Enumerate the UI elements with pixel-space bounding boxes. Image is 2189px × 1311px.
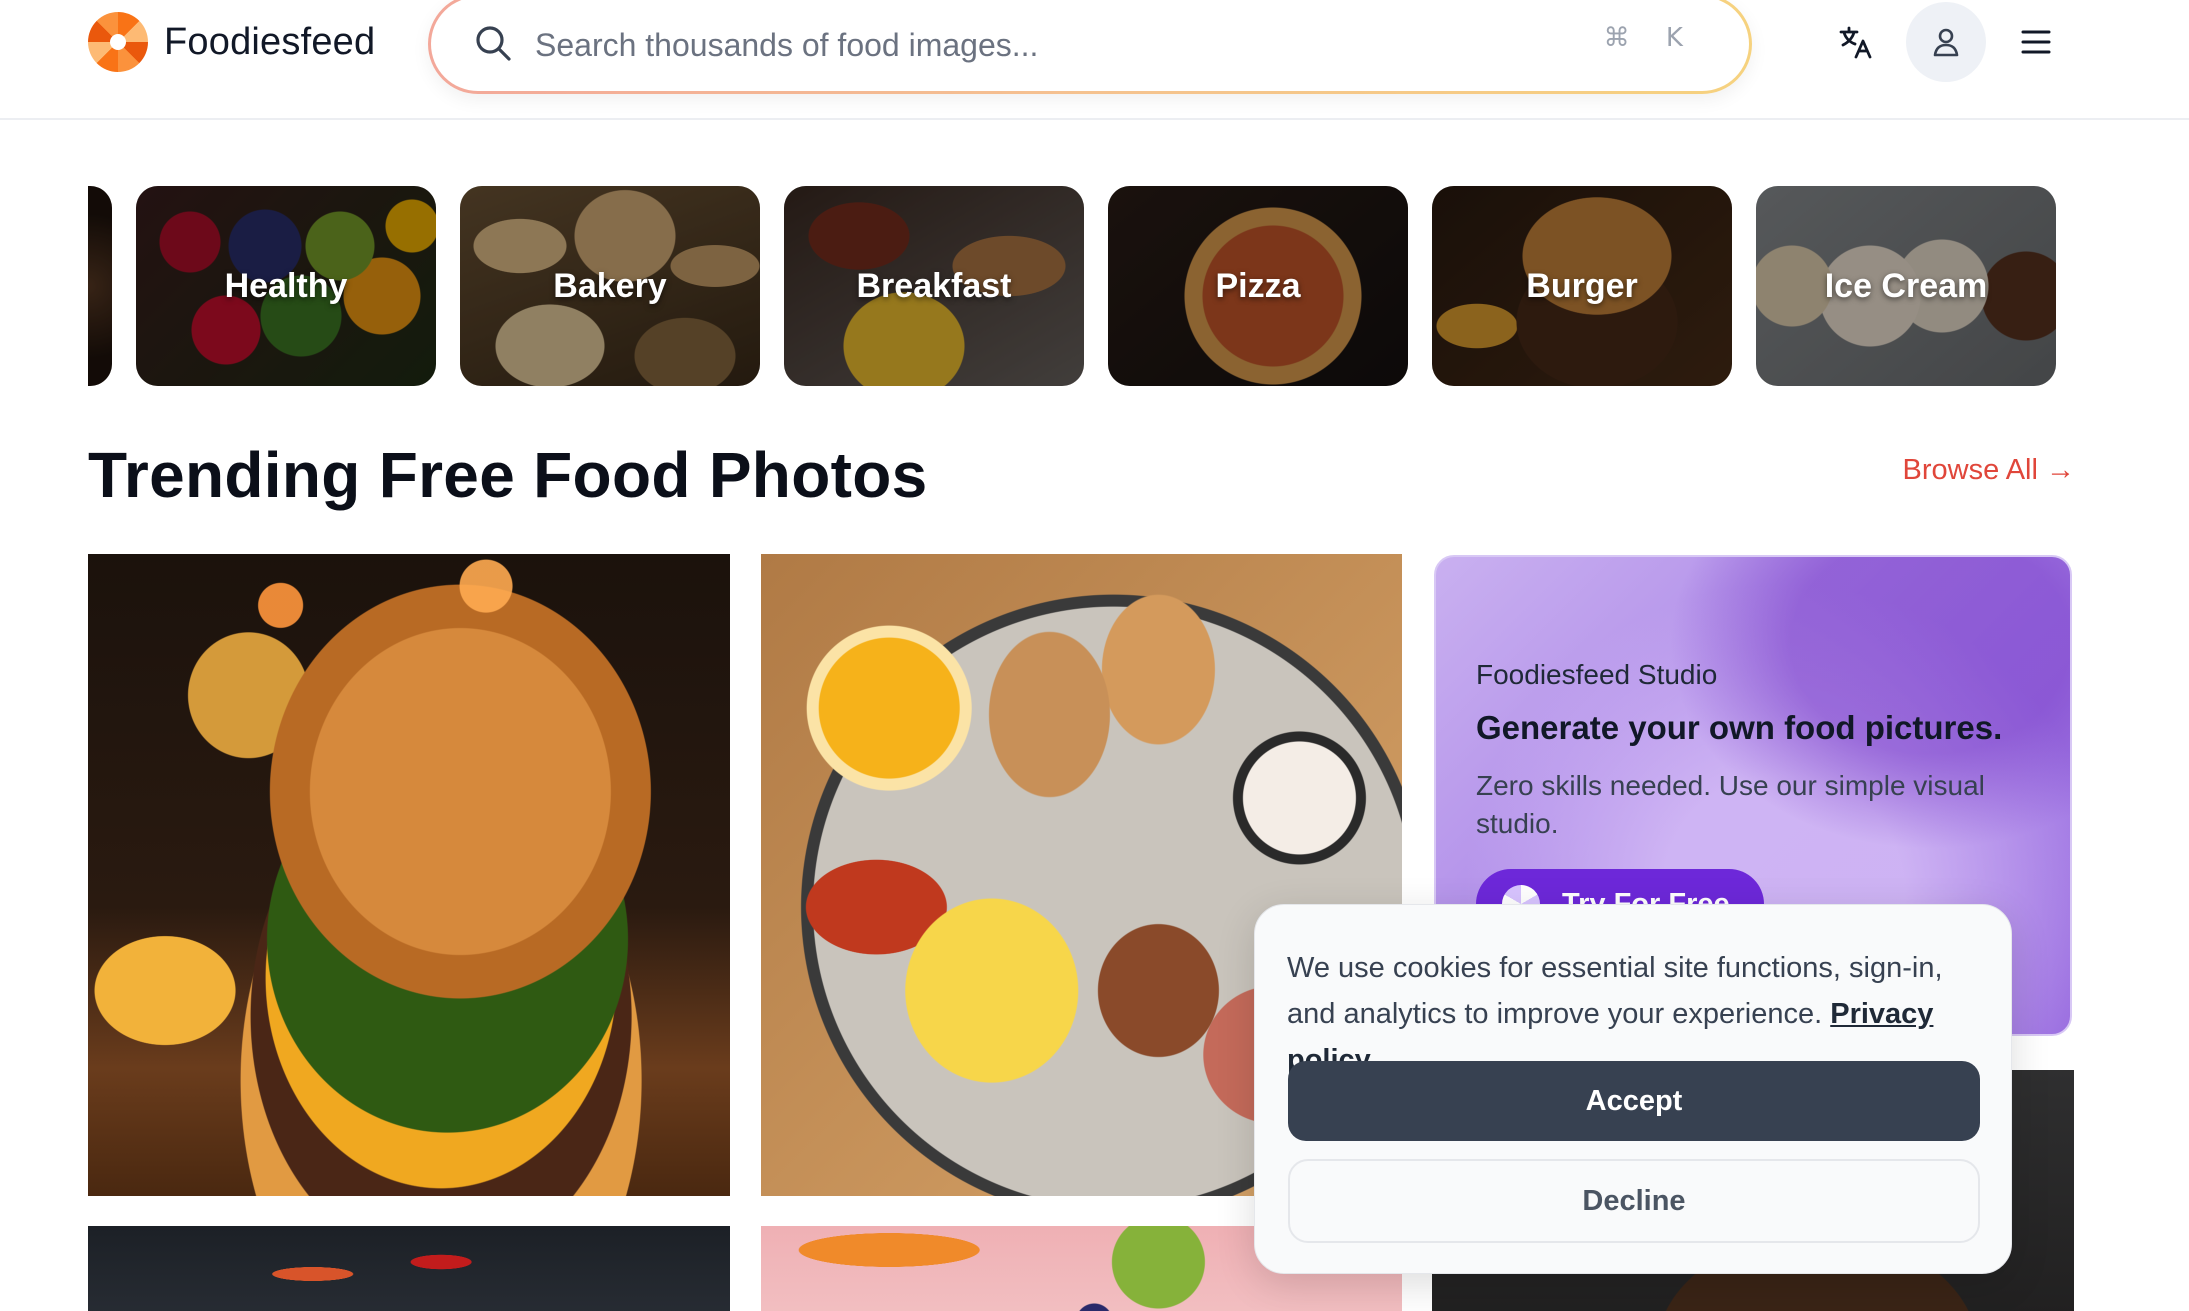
accept-cookies-button[interactable]: Accept — [1288, 1061, 1980, 1141]
category-card-bakery[interactable]: Bakery — [460, 186, 760, 386]
section-title: Trending Free Food Photos — [88, 439, 928, 511]
logo-link[interactable]: Foodiesfeed — [88, 12, 375, 72]
language-button[interactable] — [1820, 6, 1892, 78]
category-card-ice-cream[interactable]: Ice Cream — [1756, 186, 2056, 386]
foodiesfeed-logo-icon — [88, 12, 148, 72]
promo-description: Zero skills needed. Use our simple visua… — [1476, 770, 1985, 839]
logo-text: Foodiesfeed — [164, 20, 376, 63]
site-header: Foodiesfeed ⌘ K — [0, 0, 2189, 120]
search-input[interactable] — [535, 19, 1535, 71]
search-shortcut-hint: ⌘ K — [1603, 23, 1697, 53]
user-account-button[interactable] — [1906, 2, 1986, 82]
browse-all-link[interactable]: Browse All → — [1903, 454, 2075, 487]
translate-icon — [1839, 26, 1872, 59]
search-bar[interactable]: ⌘ K — [428, 0, 1752, 94]
search-icon — [476, 26, 511, 61]
promo-title: Generate your own food pictures. — [1476, 709, 2003, 746]
user-icon — [1933, 28, 1959, 57]
category-label: Healthy — [224, 266, 348, 305]
category-carousel: Healthy Bakery Breakfast Pizza Burger Ic… — [88, 186, 2092, 386]
cookie-consent-dialog: We use cookies for essential site functi… — [1254, 904, 2012, 1274]
photo-card[interactable] — [88, 1226, 730, 1311]
category-card-breakfast[interactable]: Breakfast — [784, 186, 1084, 386]
category-label: Breakfast — [856, 266, 1012, 305]
category-card-burger[interactable]: Burger — [1432, 186, 1732, 386]
category-card-healthy[interactable]: Healthy — [136, 186, 436, 386]
category-label: Pizza — [1215, 266, 1301, 305]
category-label: Ice Cream — [1824, 266, 1988, 305]
menu-button[interactable] — [2000, 6, 2072, 78]
photo-card-burger[interactable] — [88, 554, 730, 1196]
promo-eyebrow: Foodiesfeed Studio — [1476, 659, 1718, 690]
category-label: Burger — [1526, 266, 1638, 305]
menu-icon — [2021, 30, 2051, 54]
category-label: Bakery — [553, 266, 667, 305]
category-card-partial[interactable] — [88, 186, 112, 386]
decline-cookies-button[interactable]: Decline — [1288, 1159, 1980, 1243]
category-card-pizza[interactable]: Pizza — [1108, 186, 1408, 386]
